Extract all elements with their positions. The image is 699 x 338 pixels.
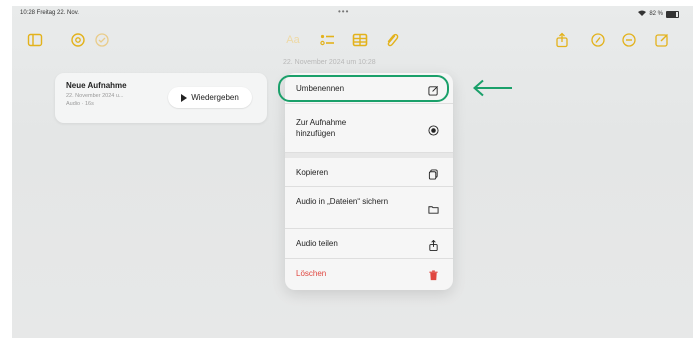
share-icon — [428, 238, 439, 251]
table-icon[interactable] — [350, 30, 370, 50]
status-bar: 10:28 Freitag 22. Nov. ••• 82 % — [12, 6, 693, 20]
ipad-screen: 10:28 Freitag 22. Nov. ••• 82 % Aa 22. N… — [12, 6, 693, 338]
menu-item-label: Umbenennen — [296, 84, 345, 93]
record-icon — [428, 123, 439, 136]
menu-item-copy[interactable]: Kopieren — [285, 158, 453, 187]
status-right: 82 % — [638, 10, 679, 18]
battery-percentage: 82 % — [649, 11, 663, 17]
menu-item-label: Audio teilen — [296, 239, 338, 248]
checklist-icon[interactable] — [317, 30, 337, 50]
menu-item-label: Zur Aufnahme hinzufügen — [296, 118, 347, 138]
recording-meta: 22. November 2024 u... Audio · 16s — [66, 92, 123, 108]
context-menu: Umbenennen Zur Aufnahme hinzufügen Kopie… — [285, 73, 453, 290]
sidebar-icon[interactable] — [25, 30, 45, 50]
play-button[interactable]: Wiedergeben — [168, 87, 252, 108]
menu-item-share-audio[interactable]: Audio teilen — [285, 229, 453, 259]
note-date-header: 22. November 2024 um 10:28 — [283, 59, 376, 66]
paperclip-icon[interactable] — [382, 30, 402, 50]
multitasking-dots[interactable]: ••• — [338, 7, 349, 16]
more-icon[interactable] — [619, 30, 639, 50]
play-icon — [181, 93, 188, 102]
trash-icon — [428, 268, 439, 281]
at-icon[interactable] — [68, 30, 88, 50]
share-icon[interactable] — [552, 30, 572, 50]
menu-item-delete[interactable]: Löschen — [285, 259, 453, 289]
menu-item-label: Löschen — [296, 269, 327, 278]
audio-recording-card[interactable]: Neue Aufnahme 22. November 2024 u... Aud… — [55, 73, 267, 123]
recording-title: Neue Aufnahme — [66, 81, 127, 90]
status-time: 10:28 Freitag 22. Nov. — [20, 10, 79, 16]
play-button-label: Wiedergeben — [191, 93, 239, 102]
wifi-icon — [638, 10, 647, 18]
copy-icon — [428, 167, 439, 180]
markup-icon[interactable] — [588, 30, 608, 50]
menu-item-label: Kopieren — [296, 168, 329, 177]
checkmark-circle-icon[interactable] — [92, 30, 112, 50]
recording-date: 22. November 2024 u... — [66, 93, 124, 99]
rename-icon — [428, 83, 439, 96]
menu-item-label: Audio in „Dateien“ sichern — [296, 197, 389, 206]
left-arrow-icon — [472, 79, 514, 102]
menu-item-save-to-files[interactable]: Audio in „Dateien“ sichern — [285, 187, 453, 229]
compose-icon[interactable] — [652, 30, 672, 50]
folder-icon — [428, 202, 439, 214]
menu-item-add-to-recording[interactable]: Zur Aufnahme hinzufügen — [285, 104, 453, 153]
text-format-icon[interactable]: Aa — [283, 30, 303, 50]
recording-duration: Audio · 16s — [66, 101, 94, 107]
battery-icon — [666, 10, 679, 18]
menu-item-rename[interactable]: Umbenennen — [285, 73, 453, 104]
